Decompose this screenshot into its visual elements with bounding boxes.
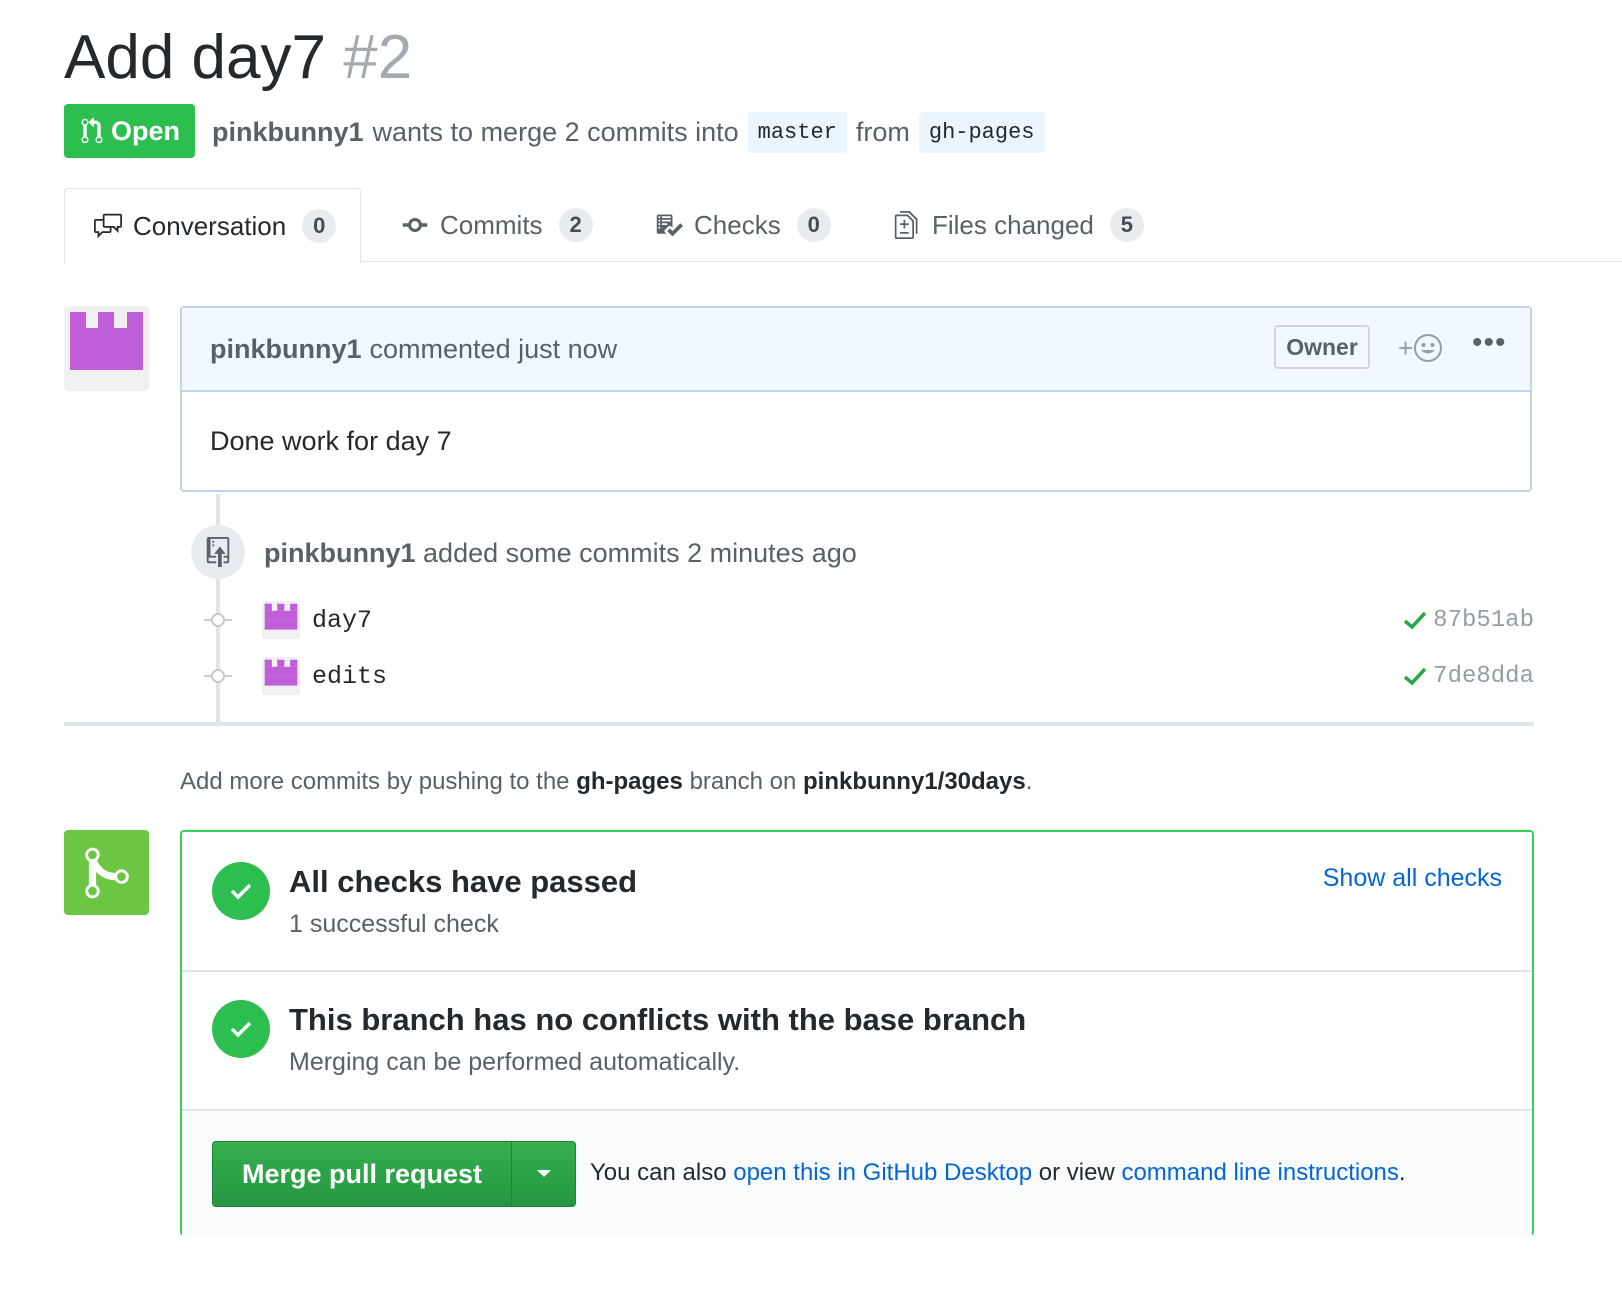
pr-author-link[interactable]: pinkbunny1: [212, 117, 364, 148]
hint-repo: pinkbunny1/30days: [802, 768, 1026, 795]
pr-title-text: Add day7: [64, 23, 326, 92]
commit-avatar[interactable]: [262, 601, 300, 639]
tab-checks-count: 0: [796, 208, 831, 242]
github-desktop-link[interactable]: open this in GitHub Desktop: [733, 1159, 1032, 1186]
timeline-divider: [64, 722, 1534, 726]
command-line-instructions-link[interactable]: command line instructions: [1121, 1159, 1398, 1186]
or-view: or view: [1038, 1159, 1115, 1186]
push-event: pinkbunny1 added some commits 2 minutes …: [264, 538, 857, 569]
git-commit-icon: [402, 218, 428, 232]
checklist-icon: [656, 214, 683, 237]
merge-box: All checks have passed 1 successful chec…: [180, 830, 1534, 1236]
tab-commits-count: 2: [558, 208, 593, 242]
reaction-plus: +: [1398, 332, 1414, 363]
commit-sha-link[interactable]: 87b51ab: [1433, 607, 1534, 634]
checks-section: All checks have passed 1 successful chec…: [182, 832, 1532, 972]
push-author-link[interactable]: pinkbunny1: [264, 538, 416, 568]
tab-checks-label: Checks: [694, 209, 781, 240]
head-branch[interactable]: gh-pages: [918, 111, 1045, 153]
pr-title: Add day7 #2: [64, 22, 412, 94]
tab-files-label: Files changed: [932, 209, 1094, 240]
checks-title: All checks have passed: [289, 864, 638, 899]
also-prefix: You can also: [590, 1159, 727, 1186]
tab-files-count: 5: [1109, 208, 1144, 242]
hint-prefix: Add more commits by pushing to the: [180, 768, 570, 795]
state-label: Open: [110, 115, 180, 146]
list-item: day7 87b51ab: [200, 600, 1534, 640]
tab-commits-label: Commits: [440, 209, 543, 240]
state-badge-open: Open: [64, 104, 195, 158]
pr-summary: wants to merge 2 commits into: [372, 116, 739, 147]
check-circle-icon: [212, 1000, 270, 1058]
push-hint: Add more commits by pushing to the gh-pa…: [180, 768, 1032, 796]
commit-message-link[interactable]: edits: [312, 662, 387, 691]
pr-number: #2: [343, 23, 413, 92]
tab-conversation-count: 0: [302, 209, 337, 243]
merge-pull-request-button[interactable]: Merge pull request: [213, 1142, 512, 1206]
git-commit-icon: [204, 613, 232, 627]
tab-checks[interactable]: Checks 0: [652, 188, 831, 262]
tab-conversation[interactable]: Conversation 0: [64, 188, 361, 263]
conflicts-title: This branch has no conflicts with the ba…: [289, 1002, 1027, 1037]
base-branch[interactable]: master: [747, 111, 847, 153]
conflicts-subtitle: Merging can be performed automatically.: [289, 1048, 741, 1076]
commit-message-link[interactable]: day7: [312, 606, 372, 635]
checks-subtitle: 1 successful check: [289, 910, 499, 938]
avatar[interactable]: [64, 306, 149, 391]
tab-conversation-label: Conversation: [133, 210, 287, 241]
comment-timestamp: commented just now: [369, 333, 618, 364]
merge-actions: Merge pull request You can also open thi…: [182, 1111, 1532, 1236]
merge-options-dropdown[interactable]: [512, 1142, 575, 1206]
comment-author-link[interactable]: pinkbunny1: [210, 334, 362, 365]
pr-from: from: [855, 116, 910, 147]
git-commit-icon: [204, 669, 232, 683]
file-diff-icon: [894, 211, 918, 239]
comment-discussion-icon: [94, 213, 122, 239]
commit-sha: 87b51ab: [1403, 607, 1534, 634]
comment-options-kebab-icon[interactable]: •••: [1472, 328, 1508, 366]
hint-branch: gh-pages: [576, 768, 683, 795]
list-item: edits 7de8dda: [200, 656, 1534, 696]
check-icon[interactable]: [1403, 610, 1427, 630]
commit-sha-link[interactable]: 7de8dda: [1433, 663, 1534, 690]
hint-suffix: .: [1025, 768, 1033, 795]
tab-commits[interactable]: Commits 2: [398, 188, 593, 262]
merge-button-group: Merge pull request: [212, 1141, 576, 1207]
check-circle-icon: [212, 862, 270, 920]
identicon-icon: [264, 659, 298, 686]
also-suffix: .: [1398, 1159, 1406, 1186]
commit-avatar[interactable]: [262, 657, 300, 695]
git-merge-icon: [64, 830, 149, 915]
push-event-text: added some commits 2 minutes ago: [423, 538, 857, 568]
check-icon[interactable]: [1403, 666, 1427, 686]
hint-middle: branch on: [689, 768, 797, 795]
add-reaction-button[interactable]: +: [1398, 330, 1454, 366]
conflicts-section: This branch has no conflicts with the ba…: [182, 972, 1532, 1111]
comment-header: pinkbunny1 commented just now Owner + ••…: [182, 308, 1530, 392]
commit-sha: 7de8dda: [1403, 663, 1534, 690]
merge-alternatives: You can also open this in GitHub Desktop…: [590, 1159, 1406, 1187]
identicon-icon: [70, 312, 143, 370]
show-all-checks-link[interactable]: Show all checks: [1323, 864, 1502, 893]
tab-files-changed[interactable]: Files changed 5: [890, 188, 1144, 262]
identicon-icon: [264, 603, 298, 630]
owner-badge: Owner: [1274, 325, 1370, 369]
git-pull-request-icon: [81, 117, 103, 144]
comment-box: pinkbunny1 commented just now Owner + ••…: [180, 306, 1532, 492]
pr-meta: pinkbunny1 wants to merge 2 commits into…: [212, 108, 1054, 156]
comment-body: Done work for day 7: [210, 426, 452, 456]
smiley-icon: [1414, 334, 1443, 362]
repo-push-icon: [191, 525, 245, 579]
triangle-down-icon: [536, 1170, 551, 1177]
